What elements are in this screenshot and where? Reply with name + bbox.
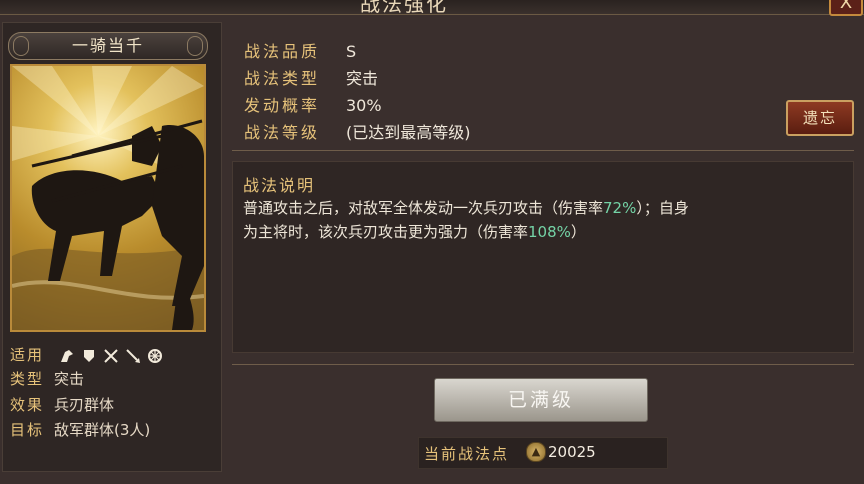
tactic-points-value: 20025 <box>548 443 596 461</box>
tactic-artwork <box>10 64 206 332</box>
cavalry-icon <box>59 348 75 364</box>
window-title: 战法强化 <box>360 0 448 16</box>
banner-ornament-right <box>187 36 203 56</box>
info-value: 敌军群体(3人) <box>54 421 151 439</box>
wheel-icon <box>147 348 163 364</box>
stat-probability: 发动概率 30% <box>244 92 382 116</box>
info-key: 适用 <box>10 346 45 364</box>
close-button[interactable]: X <box>829 0 863 16</box>
shield-icon <box>81 348 97 364</box>
bow-icon <box>103 348 119 364</box>
max-level-button[interactable]: 已满级 <box>434 378 648 422</box>
divider <box>232 364 854 365</box>
description-line-2: 为主将时，该次兵刃攻击更为强力（伤害率108%） <box>243 223 586 241</box>
info-key: 目标 <box>10 421 45 439</box>
unit-type-icons <box>59 348 163 364</box>
stat-label: 战法等级 <box>244 123 321 142</box>
stat-level: 战法等级 (已达到最高等级) <box>244 119 471 143</box>
description-text: 普通攻击之后，对敌军全体发动一次兵刃攻击（伤害率72%）；自身 为主将时，该次兵… <box>243 196 843 244</box>
info-value: 兵刃群体 <box>54 396 115 414</box>
stat-quality: 战法品质 S <box>244 38 356 62</box>
close-icon: X <box>839 0 853 13</box>
info-key: 类型 <box>10 370 45 388</box>
stat-value: (已达到最高等级) <box>346 123 471 142</box>
damage-rate-value: 108% <box>528 223 571 241</box>
stat-label: 战法类型 <box>244 69 321 88</box>
cavalry-charge-illustration <box>12 66 204 330</box>
info-row-target: 目标 敌军群体(3人) <box>10 419 150 440</box>
stat-value: 突击 <box>346 69 379 88</box>
info-value: 突击 <box>54 370 85 388</box>
tactic-point-coin-icon: ▲ <box>526 442 546 462</box>
description-title: 战法说明 <box>243 176 316 195</box>
banner-ornament-left <box>13 36 29 56</box>
tactic-points-label: 当前战法点 <box>424 445 510 463</box>
damage-rate-value: 72% <box>603 199 637 217</box>
description-panel <box>232 161 854 353</box>
info-row-effect: 效果 兵刃群体 <box>10 394 114 415</box>
divider <box>232 150 854 151</box>
stat-label: 发动概率 <box>244 96 321 115</box>
info-key: 效果 <box>10 396 45 414</box>
tactic-name: 一骑当千 <box>71 36 144 55</box>
stat-value: 30% <box>346 96 382 115</box>
stat-label: 战法品质 <box>244 42 321 61</box>
stat-value: S <box>346 42 357 61</box>
forget-button[interactable]: 遗忘 <box>786 100 854 136</box>
spear-icon <box>125 348 141 364</box>
info-row-units: 适用 <box>10 344 163 365</box>
description-line-1: 普通攻击之后，对敌军全体发动一次兵刃攻击（伤害率72%）；自身 <box>243 199 689 217</box>
tactic-name-banner: 一骑当千 <box>8 32 208 60</box>
stat-type: 战法类型 突击 <box>244 65 378 89</box>
info-row-type: 类型 突击 <box>10 368 84 389</box>
